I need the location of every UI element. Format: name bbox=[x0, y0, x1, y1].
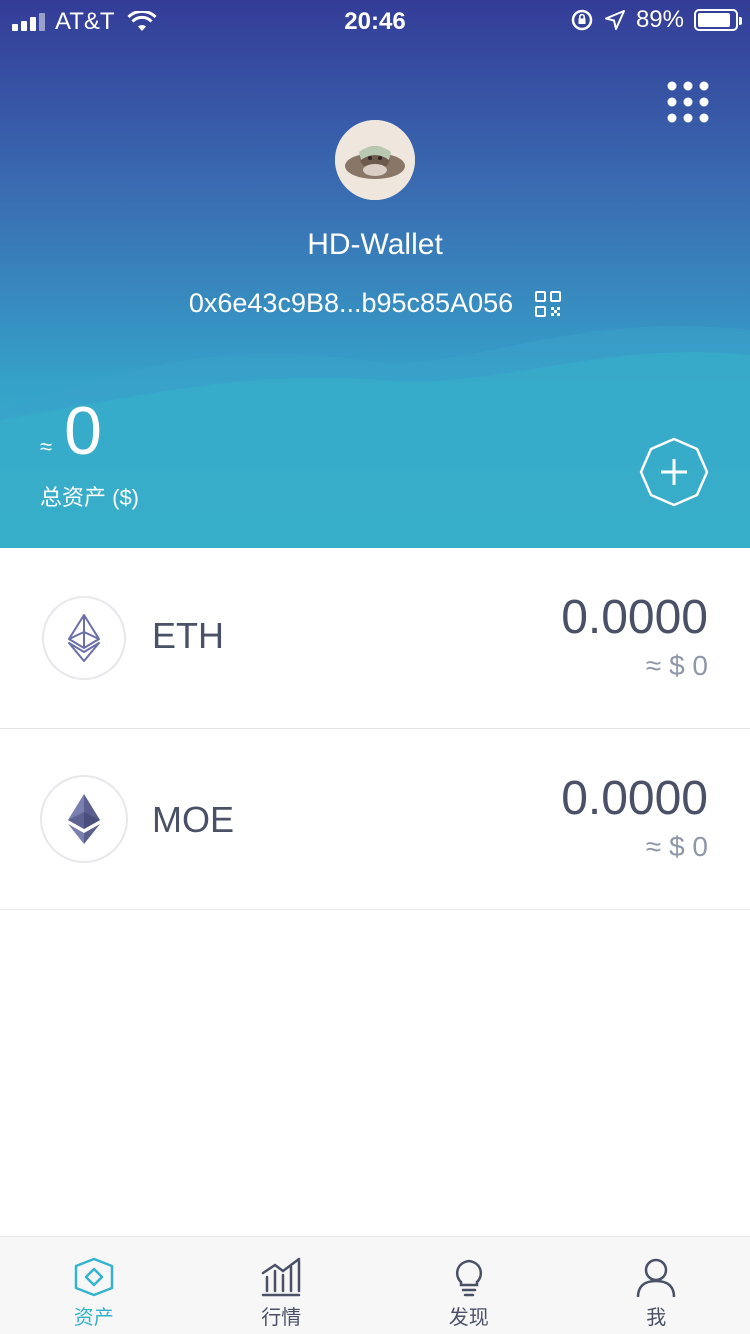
tab-market[interactable]: 行情 bbox=[188, 1237, 376, 1334]
asset-row-eth[interactable]: ETH 0.0000 ≈ $ 0 bbox=[0, 548, 750, 729]
market-chart-icon bbox=[262, 1257, 301, 1297]
tab-label: 发现 bbox=[448, 1307, 489, 1329]
tab-assets[interactable]: 资产 bbox=[0, 1237, 188, 1334]
avatar-image bbox=[335, 120, 415, 200]
assets-icon bbox=[74, 1257, 113, 1297]
ethereum-icon bbox=[68, 794, 100, 844]
tab-label: 行情 bbox=[261, 1307, 302, 1329]
bottom-tab-bar: 资产 行情 发现 我 bbox=[0, 1236, 750, 1334]
total-assets: ≈ 0 bbox=[40, 392, 102, 470]
asset-fiat-value: ≈ $ 0 bbox=[645, 831, 708, 862]
asset-symbol: ETH bbox=[152, 615, 224, 656]
tab-discover[interactable]: 发现 bbox=[375, 1237, 563, 1334]
user-icon bbox=[637, 1258, 676, 1297]
battery-percent: 89% bbox=[635, 6, 684, 33]
asset-row-moe[interactable]: MOE 0.0000 ≈ $ 0 bbox=[0, 729, 750, 910]
location-arrow-icon bbox=[604, 10, 625, 30]
moe-coin-logo bbox=[40, 775, 128, 863]
add-asset-button[interactable] bbox=[639, 437, 709, 507]
rotation-lock-icon bbox=[571, 9, 593, 31]
total-assets-label: 总资产 ($) bbox=[40, 485, 140, 510]
wallet-address[interactable]: 0x6e43c9B8...b95c85A056 bbox=[189, 288, 513, 319]
eth-coin-logo bbox=[42, 596, 126, 680]
battery-icon bbox=[694, 9, 742, 31]
tab-me[interactable]: 我 bbox=[563, 1237, 750, 1334]
lightbulb-icon bbox=[455, 1259, 482, 1297]
add-hexagon-icon bbox=[639, 437, 709, 507]
asset-balance: 0.0000 bbox=[561, 772, 708, 825]
wallet-name[interactable]: HD-Wallet bbox=[0, 228, 750, 262]
asset-symbol: MOE bbox=[152, 799, 235, 840]
total-assets-value: 0 bbox=[64, 393, 102, 469]
tab-label: 我 bbox=[646, 1307, 667, 1329]
ethereum-icon bbox=[68, 614, 100, 662]
asset-balance: 0.0000 bbox=[561, 591, 708, 644]
grid-dots-icon bbox=[667, 81, 709, 123]
grid-menu-button[interactable] bbox=[666, 80, 710, 124]
status-bar: AT&T 20:46 89% bbox=[0, 0, 750, 40]
qr-code-icon[interactable] bbox=[535, 290, 562, 317]
tab-label: 资产 bbox=[73, 1307, 114, 1329]
wallet-header: AT&T 20:46 89% HD-Wallet 0x6e43c9B8...b9… bbox=[0, 0, 750, 548]
asset-fiat-value: ≈ $ 0 bbox=[645, 650, 708, 681]
app-screen: AT&T 20:46 89% HD-Wallet 0x6e43c9B8...b9… bbox=[0, 0, 750, 1334]
wallet-avatar[interactable] bbox=[335, 120, 415, 200]
wallet-address-row[interactable]: 0x6e43c9B8...b95c85A056 bbox=[0, 288, 750, 319]
approx-symbol: ≈ bbox=[40, 434, 53, 459]
